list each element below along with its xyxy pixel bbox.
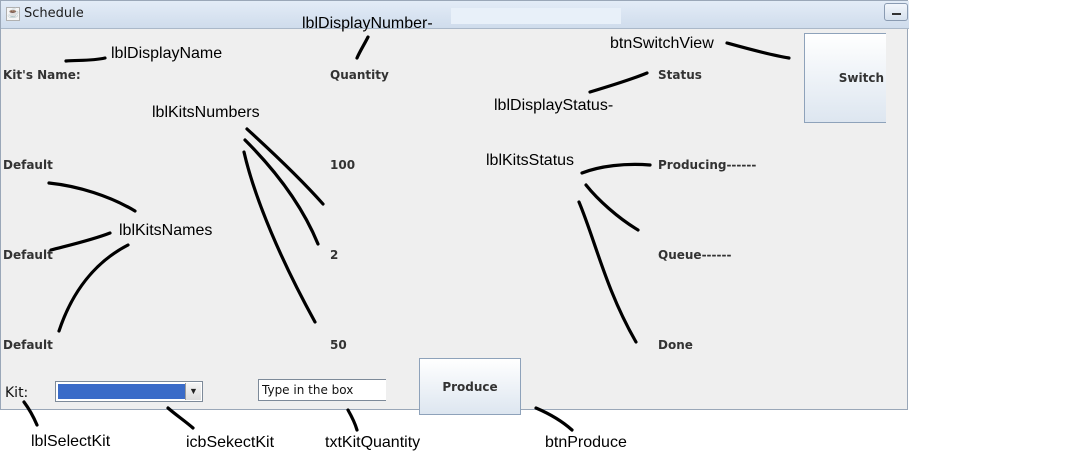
switch-view-button[interactable]: Switch	[804, 33, 886, 123]
annotation-lbl-kits-status: lblKitsStatus	[486, 152, 575, 169]
kit-name-row-1: Default	[3, 158, 53, 172]
annotation-icb-select-kit: icbSekectKit	[186, 434, 275, 451]
annotation-lbl-kits-names: lblKitsNames	[119, 222, 213, 239]
annotation-btn-switch-view: btnSwitchView	[610, 35, 714, 52]
annotation-lbl-display-name: lblDisplayName	[111, 45, 223, 62]
window-title: Schedule	[24, 6, 84, 21]
produce-button[interactable]: Produce	[419, 358, 521, 415]
kit-status-row-1: Producing------	[658, 158, 757, 172]
title-bar: ☕ Schedule	[1, 1, 909, 29]
kit-combo-selected-value	[58, 384, 186, 399]
kit-status-row-3: Done	[658, 338, 693, 352]
kit-status-row-2: Queue------	[658, 248, 732, 262]
kit-quantity-row-1: 100	[330, 158, 356, 172]
annotation-lbl-display-status: lblDisplayStatus-	[494, 97, 614, 114]
kit-name-row-3: Default	[3, 338, 53, 352]
screenshot-stage: ☕ Schedule Kit's Name: Quantity Status S…	[0, 0, 1085, 472]
chevron-down-icon[interactable]: ▼	[185, 383, 201, 400]
annotation-lbl-display-number: lblDisplayNumber-	[302, 15, 433, 32]
annotation-btn-produce: btnProduce	[545, 434, 627, 451]
status-header: Status	[658, 68, 702, 82]
kit-quantity-input[interactable]	[258, 379, 386, 401]
kit-quantity-row-3: 50	[330, 338, 347, 352]
annotation-lbl-select-kit: lblSelectKit	[31, 433, 111, 450]
kit-select-combo[interactable]: ▼	[55, 381, 203, 402]
kit-quantity-row-2: 2	[330, 248, 339, 262]
java-app-icon: ☕	[6, 7, 20, 21]
kit-name-row-2: Default	[3, 248, 53, 262]
quantity-header: Quantity	[330, 68, 389, 82]
title-bar-blur	[451, 8, 621, 24]
kit-select-label: Kit:	[5, 385, 29, 401]
kit-name-header: Kit's Name:	[3, 68, 81, 82]
annotation-lbl-kits-numbers: lblKitsNumbers	[152, 104, 260, 121]
annotation-txt-kit-quantity: txtKitQuantity	[325, 434, 421, 451]
minimize-button[interactable]	[884, 3, 908, 21]
